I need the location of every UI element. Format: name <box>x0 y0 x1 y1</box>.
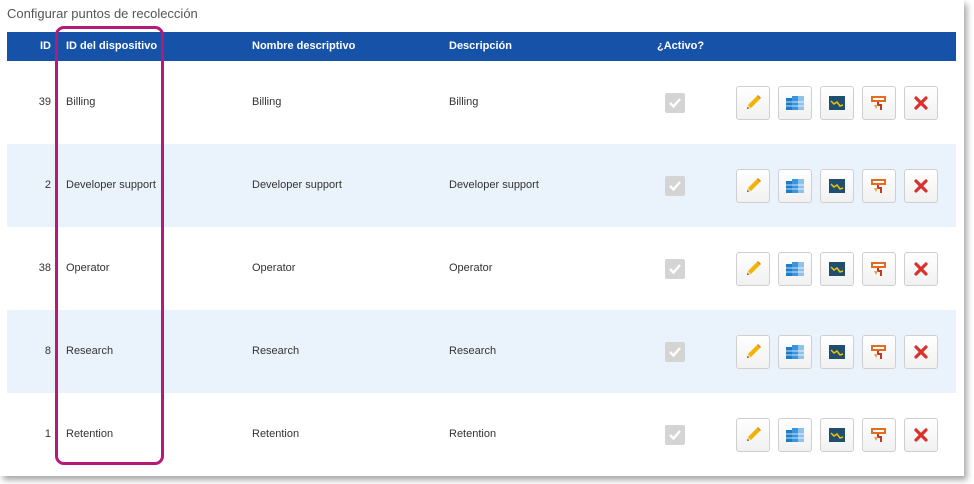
cell-description: Developer support <box>449 179 539 191</box>
delete-x-icon <box>912 177 930 195</box>
active-checkbox[interactable] <box>665 342 685 362</box>
page-title: Configurar puntos de recolección <box>7 6 198 21</box>
chart-button[interactable] <box>820 252 854 286</box>
chart-icon <box>827 425 847 445</box>
cell-description: Billing <box>449 96 479 108</box>
delete-x-icon <box>912 260 930 278</box>
delete-button[interactable] <box>904 335 938 369</box>
delete-button[interactable] <box>904 418 938 452</box>
columns-button[interactable] <box>778 252 812 286</box>
format-button[interactable] <box>862 252 896 286</box>
pencil-icon <box>743 93 763 113</box>
columns-icon <box>784 93 806 113</box>
columns-button[interactable] <box>778 418 812 452</box>
header-name[interactable]: Nombre descriptivo <box>252 40 355 52</box>
paint-roller-icon <box>869 425 889 445</box>
cell-id: 39 <box>38 96 51 108</box>
paint-roller-icon <box>869 176 889 196</box>
delete-x-icon <box>912 343 930 361</box>
cell-id: 8 <box>44 345 51 357</box>
cell-name: Research <box>252 345 300 357</box>
format-button[interactable] <box>862 335 896 369</box>
row-actions <box>736 418 938 452</box>
row-actions <box>736 86 938 120</box>
cell-name: Billing <box>252 96 282 108</box>
edit-button[interactable] <box>736 418 770 452</box>
delete-button[interactable] <box>904 252 938 286</box>
row-actions <box>736 169 938 203</box>
delete-x-icon <box>912 94 930 112</box>
cell-description: Retention <box>449 428 497 440</box>
format-button[interactable] <box>862 86 896 120</box>
row-actions <box>736 335 938 369</box>
columns-icon <box>784 259 806 279</box>
edit-button[interactable] <box>736 335 770 369</box>
format-button[interactable] <box>862 418 896 452</box>
chart-button[interactable] <box>820 169 854 203</box>
cell-id: 38 <box>38 262 51 274</box>
cell-id: 2 <box>44 179 51 191</box>
active-checkbox[interactable] <box>665 425 685 445</box>
columns-icon <box>784 342 806 362</box>
header-active[interactable]: ¿Activo? <box>657 40 704 52</box>
columns-button[interactable] <box>778 169 812 203</box>
active-checkbox[interactable] <box>665 176 685 196</box>
delete-x-icon <box>912 426 930 444</box>
cell-description: Research <box>449 345 497 357</box>
chart-button[interactable] <box>820 86 854 120</box>
columns-icon <box>784 425 806 445</box>
columns-button[interactable] <box>778 335 812 369</box>
cell-id: 1 <box>44 428 51 440</box>
device-id-column-highlight <box>55 26 164 465</box>
paint-roller-icon <box>869 259 889 279</box>
cell-name: Operator <box>252 262 296 274</box>
columns-icon <box>784 176 806 196</box>
active-checkbox[interactable] <box>665 259 685 279</box>
header-description[interactable]: Descripción <box>449 40 512 52</box>
row-actions <box>736 252 938 286</box>
delete-button[interactable] <box>904 86 938 120</box>
paint-roller-icon <box>869 93 889 113</box>
edit-button[interactable] <box>736 86 770 120</box>
cell-name: Developer support <box>252 179 342 191</box>
paint-roller-icon <box>869 342 889 362</box>
chart-button[interactable] <box>820 418 854 452</box>
edit-button[interactable] <box>736 169 770 203</box>
chart-icon <box>827 259 847 279</box>
columns-button[interactable] <box>778 86 812 120</box>
chart-icon <box>827 342 847 362</box>
delete-button[interactable] <box>904 169 938 203</box>
cell-name: Retention <box>252 428 300 440</box>
chart-icon <box>827 93 847 113</box>
pencil-icon <box>743 176 763 196</box>
chart-button[interactable] <box>820 335 854 369</box>
active-checkbox[interactable] <box>665 93 685 113</box>
format-button[interactable] <box>862 169 896 203</box>
pencil-icon <box>743 342 763 362</box>
pencil-icon <box>743 425 763 445</box>
app-frame: Configurar puntos de recolección ID ID d… <box>0 0 964 476</box>
chart-icon <box>827 176 847 196</box>
edit-button[interactable] <box>736 252 770 286</box>
pencil-icon <box>743 259 763 279</box>
header-id[interactable]: ID <box>7 40 51 52</box>
cell-description: Operator <box>449 262 493 274</box>
